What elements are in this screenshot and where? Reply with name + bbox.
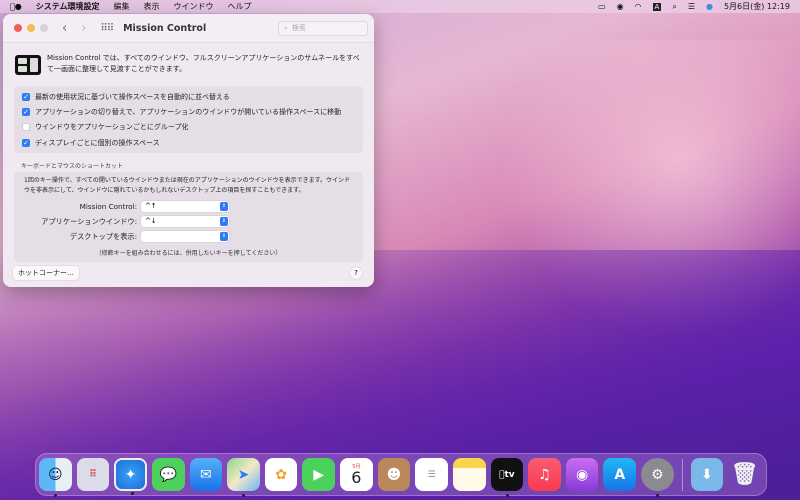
- show-desktop-shortcut-select[interactable]: ⇕: [141, 231, 229, 243]
- search-placeholder: 検索: [291, 24, 306, 32]
- zoom-button[interactable]: [40, 24, 48, 32]
- menu-bar: ● システム環境設定 編集 表示 ウインドウ ヘルプ ▭ ◉ ◠ A ⌕ ☰ …: [0, 0, 800, 13]
- dock-app-store[interactable]: A: [603, 458, 637, 491]
- dock-downloads-folder[interactable]: ⬇: [690, 458, 724, 491]
- modifier-note: （修飾キーを組み合わせるには、併用したいキーを押してください）: [95, 250, 282, 258]
- search-field[interactable]: ⌕ 検索: [278, 20, 368, 36]
- checkbox-checked-icon[interactable]: ✓: [22, 138, 30, 147]
- close-button[interactable]: [14, 24, 22, 32]
- dock-contacts[interactable]: ☻: [377, 458, 411, 491]
- user-icon[interactable]: ◉: [617, 2, 624, 11]
- dock-safari[interactable]: ✦: [114, 458, 147, 495]
- hot-corners-button[interactable]: ホットコーナー...: [13, 266, 79, 281]
- minimize-button[interactable]: [27, 24, 35, 32]
- control-center-icon[interactable]: ☰: [688, 2, 695, 11]
- help-button[interactable]: ?: [350, 267, 362, 280]
- menu-help[interactable]: ヘルプ: [228, 1, 252, 12]
- shortcut-label: Mission Control:: [79, 202, 137, 212]
- dock-launchpad[interactable]: ⠿: [76, 458, 110, 491]
- menu-view[interactable]: 表示: [144, 1, 160, 12]
- intro-text: Mission Control では、すべてのウインドウ、フルスクリーンアプリケ…: [47, 54, 360, 73]
- dock-trash[interactable]: 🗑: [728, 458, 761, 491]
- back-button[interactable]: ‹: [62, 21, 67, 36]
- option-group-by-app[interactable]: ウインドウをアプリケーションごとにグループ化: [14, 120, 363, 135]
- wifi-icon[interactable]: ◠: [635, 2, 642, 11]
- shortcuts-description: 1回のキー操作で、すべての開いているウインドウまたは現在のアプリケーションのウイ…: [24, 177, 351, 195]
- shortcuts-panel: 1回のキー操作で、すべての開いているウインドウまたは現在のアプリケーションのウイ…: [14, 172, 363, 263]
- dock: ☺ ⠿ ✦ 💬 ✉ ➤ ✿ ▶ 5月6 ☻ ☰ tv ♫ ◉ A ⚙ ⬇ 🗑: [35, 453, 767, 497]
- checkbox-checked-icon[interactable]: ✓: [22, 92, 30, 101]
- app-windows-shortcut-select[interactable]: ^↓ ⇕: [141, 216, 229, 228]
- chevron-updown-icon: ⇕: [220, 217, 228, 227]
- menu-app[interactable]: システム環境設定: [36, 1, 100, 12]
- shortcut-label: デスクトップを表示:: [69, 231, 137, 241]
- checkbox-unchecked-icon[interactable]: [22, 123, 30, 132]
- dock-mail[interactable]: ✉: [189, 458, 223, 491]
- chevron-updown-icon: ⇕: [220, 232, 228, 242]
- option-switch-space[interactable]: ✓ アプリケーションの切り替えで、アプリケーションのウインドウが開いている操作スペ…: [14, 104, 363, 119]
- search-icon: ⌕: [284, 23, 288, 32]
- menu-window[interactable]: ウインドウ: [174, 1, 214, 12]
- dock-photos[interactable]: ✿: [264, 458, 298, 491]
- options-panel: ✓ 最新の使用状況に基づいて操作スペースを自動的に並べ替える ✓ アプリケーションの…: [14, 86, 363, 154]
- checkbox-checked-icon[interactable]: ✓: [22, 107, 30, 116]
- show-all-grid-icon[interactable]: ⠿⠿: [100, 23, 114, 34]
- option-auto-rearrange[interactable]: ✓ 最新の使用状況に基づいて操作スペースを自動的に並べ替える: [14, 89, 363, 104]
- mission-control-shortcut-select[interactable]: ^↑ ⇕: [141, 201, 229, 213]
- option-separate-spaces[interactable]: ✓ ディスプレイごとに個別の操作スペース: [14, 135, 363, 150]
- mission-control-icon: [15, 55, 41, 75]
- intro: Mission Control では、すべてのウインドウ、フルスクリーンアプリケ…: [15, 53, 362, 75]
- dock-facetime[interactable]: ▶: [302, 458, 336, 491]
- chevron-updown-icon: ⇕: [220, 202, 228, 212]
- window-title: Mission Control: [123, 22, 207, 34]
- dock-tv[interactable]: tv: [490, 458, 524, 497]
- menu-edit[interactable]: 編集: [114, 1, 130, 12]
- dock-calendar[interactable]: 5月 6: [340, 458, 373, 491]
- forward-button[interactable]: ›: [81, 21, 86, 36]
- dock-podcasts[interactable]: ◉: [565, 458, 599, 491]
- shortcut-label: アプリケーションウインドウ:: [41, 216, 137, 226]
- siri-icon[interactable]: ●: [706, 2, 713, 11]
- input-source-icon[interactable]: A: [652, 2, 662, 11]
- mission-control-window: ‹ › ⠿⠿ Mission Control ⌕ 検索 Mission Cont…: [3, 14, 374, 287]
- dock-maps[interactable]: ➤: [227, 458, 260, 497]
- apple-menu-icon[interactable]: ●: [10, 2, 22, 11]
- shortcuts-heading: キーボードとマウスのショートカット: [21, 163, 124, 171]
- dock-finder[interactable]: ☺: [39, 458, 72, 497]
- dock-music[interactable]: ♫: [528, 458, 561, 491]
- dock-messages[interactable]: 💬: [151, 458, 185, 491]
- dock-reminders[interactable]: ☰: [415, 458, 448, 491]
- dock-notes[interactable]: [452, 458, 486, 491]
- clock[interactable]: 5月6日(金) 12:19: [724, 1, 790, 12]
- battery-icon[interactable]: ▭: [598, 2, 606, 11]
- dock-separator: [681, 458, 683, 491]
- dock-system-preferences[interactable]: ⚙: [641, 458, 674, 497]
- spotlight-icon[interactable]: ⌕: [672, 2, 676, 12]
- title-bar: ‹ › ⠿⠿ Mission Control ⌕ 検索: [3, 14, 374, 43]
